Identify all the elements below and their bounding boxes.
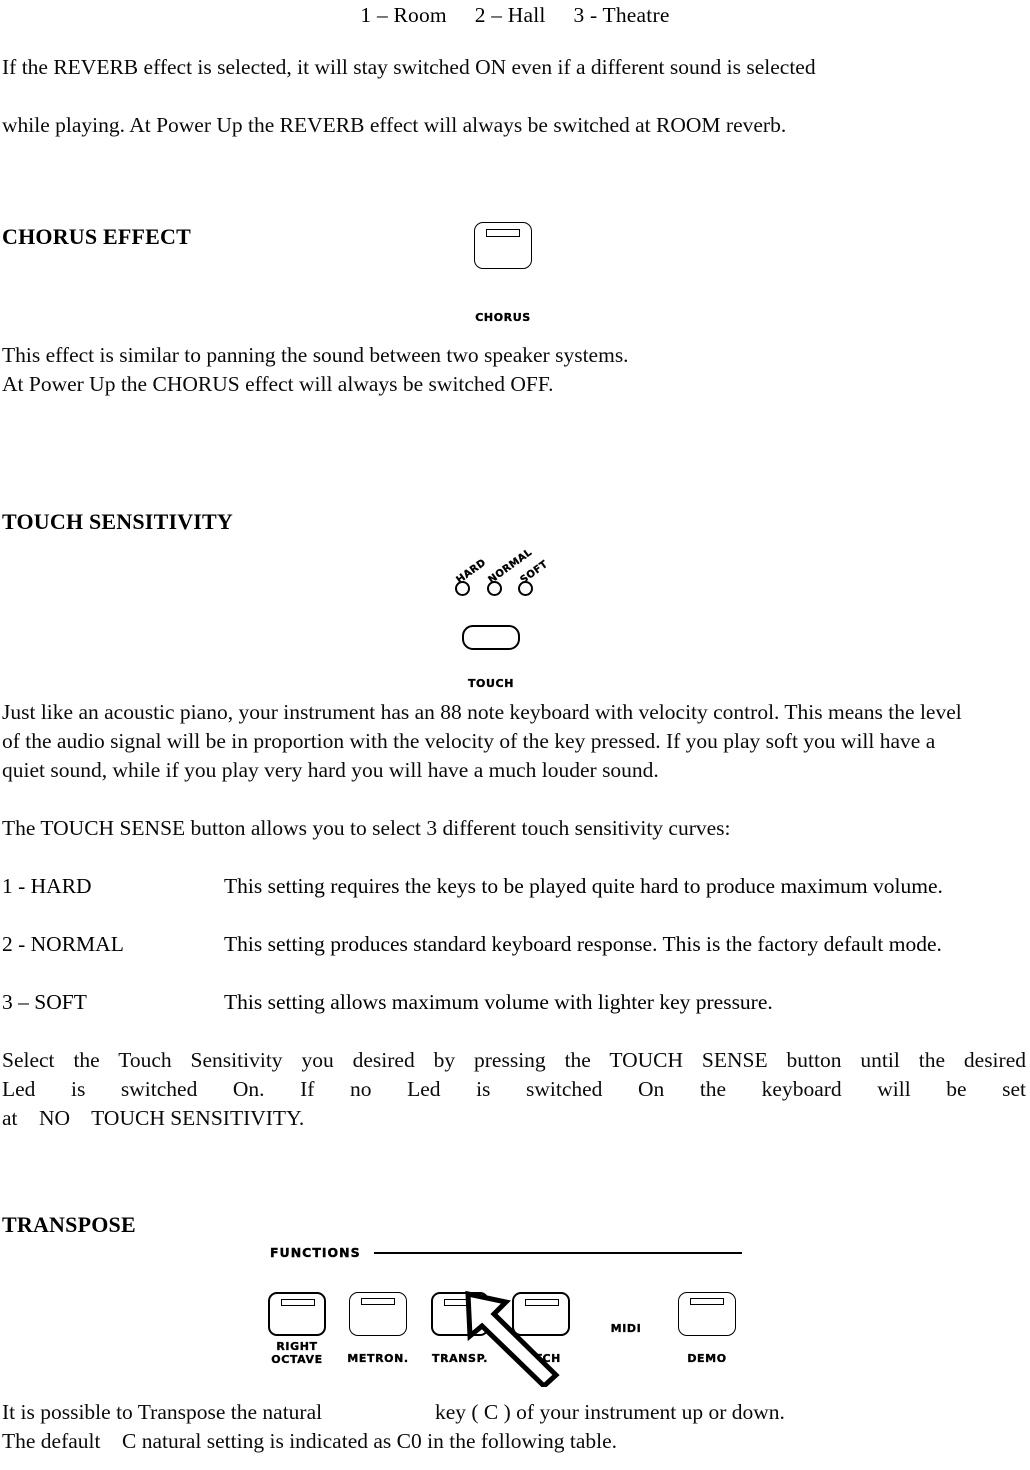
touch-curve-desc-normal: This setting produces standard keyboard …: [224, 932, 942, 956]
transpose-heading: TRANSPOSE: [2, 1212, 136, 1237]
document-page: 1 – Room 2 – Hall 3 - Theatre If the REV…: [0, 0, 1030, 1470]
touch-sensitivity-heading: TOUCH SENSITIVITY: [2, 509, 234, 534]
chorus-button-label: CHORUS: [475, 311, 531, 324]
chorus-paragraph-line2: At Power Up the CHORUS effect will alway…: [2, 372, 554, 396]
chorus-effect-heading: CHORUS EFFECT: [2, 224, 192, 249]
transpose-paragraph-line1: It is possible to Transpose the natural …: [2, 1400, 785, 1424]
chorus-paragraph-line1: This effect is similar to panning the so…: [2, 343, 629, 367]
touch-select-paragraph-line1: Select the Touch Sensitivity you desired…: [2, 1048, 1026, 1072]
function-button-demo[interactable]: [678, 1292, 736, 1336]
touch-led-normal: [487, 581, 502, 596]
midi-label: MIDI: [610, 1322, 642, 1335]
touch-curve-desc-soft: This setting allows maximum volume with …: [224, 990, 773, 1014]
touch-curve-label-soft: 3 – SOFT: [2, 990, 87, 1014]
touch-button-graphic[interactable]: [462, 625, 520, 650]
chorus-led-indicator: [486, 229, 520, 237]
functions-group-rule: [374, 1252, 742, 1255]
reverb-paragraph-line2: while playing. At Power Up the REVERB ef…: [2, 113, 787, 137]
touch-curves-intro: The TOUCH SENSE button allows you to sel…: [2, 816, 731, 840]
touch-button-label: TOUCH: [467, 677, 515, 690]
right-octave-led-indicator: [281, 1299, 315, 1306]
demo-led-indicator: [690, 1298, 724, 1305]
function-button-label-demo: DEMO: [687, 1352, 727, 1365]
function-button-metronome[interactable]: [349, 1292, 407, 1336]
chorus-button-graphic[interactable]: [474, 222, 532, 269]
transpose-paragraph-line2: The default C natural setting is indicat…: [2, 1429, 617, 1453]
touch-curve-label-normal: 2 - NORMAL: [2, 932, 124, 956]
touch-curve-desc-hard: This setting requires the keys to be pla…: [224, 874, 943, 898]
touch-select-paragraph-line3: at NO TOUCH SENSITIVITY.: [2, 1106, 305, 1130]
function-button-label-metronome: METRON.: [347, 1352, 409, 1365]
function-button-right-octave[interactable]: [268, 1292, 326, 1336]
touch-select-paragraph-line2: Led is switched On. If no Led is switche…: [2, 1077, 1026, 1101]
touch-led-soft: [518, 581, 533, 596]
reverb-paragraph-line1: If the REVERB effect is selected, it wil…: [2, 55, 816, 79]
functions-group-label: FUNCTIONS: [270, 1245, 361, 1260]
touch-led-hard: [455, 581, 470, 596]
metronome-led-indicator: [361, 1298, 395, 1305]
mouse-cursor-arrow: [465, 1290, 560, 1387]
reverb-modes-line: 1 – Room 2 – Hall 3 - Theatre: [360, 3, 670, 27]
function-button-label-right-octave: RIGHT OCTAVE: [271, 1340, 323, 1366]
touch-curve-label-hard: 1 - HARD: [2, 874, 92, 898]
touch-sensitivity-paragraph: Just like an acoustic piano, your instru…: [2, 700, 962, 782]
